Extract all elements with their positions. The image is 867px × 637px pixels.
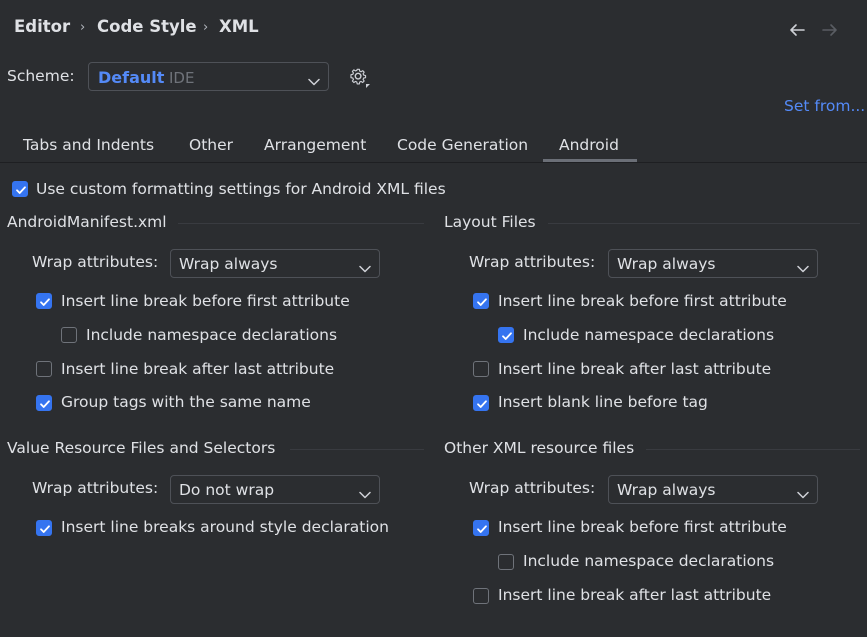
chevron-down-icon xyxy=(359,485,371,503)
section-divider xyxy=(646,449,860,450)
scheme-name: Default xyxy=(98,68,165,87)
set-from-link[interactable]: Set from... xyxy=(784,97,865,115)
tab-arrangement[interactable]: Arrangement xyxy=(264,136,366,154)
other-xml-include-namespace-label: Include namespace declarations xyxy=(523,552,775,570)
section-divider xyxy=(178,223,424,224)
combo-value: Wrap always xyxy=(617,255,716,273)
combo-value: Wrap always xyxy=(617,481,716,499)
tab-other[interactable]: Other xyxy=(189,136,233,154)
section-title-other-xml: Other XML resource files xyxy=(444,439,635,457)
breadcrumb-separator: › xyxy=(203,20,209,35)
chevron-down-icon xyxy=(797,259,809,277)
manifest-break-before-first-label: Insert line break before first attribute xyxy=(61,292,350,310)
use-custom-checkbox[interactable] xyxy=(12,181,28,197)
combo-value: Wrap always xyxy=(179,255,278,273)
section-title-manifest: AndroidManifest.xml xyxy=(7,213,167,231)
tabs-divider xyxy=(0,162,867,163)
scheme-label: Scheme: xyxy=(7,67,75,85)
layout-include-namespace-checkbox[interactable] xyxy=(498,327,514,343)
layout-break-before-first-label: Insert line break before first attribute xyxy=(498,292,787,310)
manifest-break-after-last-label: Insert line break after last attribute xyxy=(61,360,335,378)
values-wrap-label: Wrap attributes: xyxy=(32,479,159,497)
other-xml-break-before-first-checkbox[interactable] xyxy=(473,520,489,536)
values-wrap-combobox[interactable]: Do not wrap xyxy=(170,475,380,504)
arrow-right-icon[interactable] xyxy=(821,22,839,42)
manifest-include-namespace-label: Include namespace declarations xyxy=(86,326,338,344)
other-xml-include-namespace-checkbox[interactable] xyxy=(498,554,514,570)
manifest-include-namespace-checkbox[interactable] xyxy=(61,327,77,343)
breadcrumb-separator: › xyxy=(80,20,86,35)
manifest-group-tags-checkbox[interactable] xyxy=(36,395,52,411)
layout-blank-line-checkbox[interactable] xyxy=(473,395,489,411)
chevron-down-icon xyxy=(359,259,371,277)
breadcrumb-code-style[interactable]: Code Style xyxy=(97,17,197,36)
manifest-break-after-last-checkbox[interactable] xyxy=(36,361,52,377)
section-divider xyxy=(290,449,424,450)
arrow-left-icon[interactable] xyxy=(788,22,806,42)
chevron-down-icon xyxy=(308,72,320,90)
other-xml-wrap-combobox[interactable]: Wrap always xyxy=(608,475,818,504)
values-style-breaks-label: Insert line breaks around style declarat… xyxy=(61,518,389,536)
section-title-layout: Layout Files xyxy=(444,213,536,231)
layout-break-before-first-checkbox[interactable] xyxy=(473,293,489,309)
layout-blank-line-label: Insert blank line before tag xyxy=(498,393,708,411)
breadcrumb-editor[interactable]: Editor xyxy=(14,17,70,36)
other-xml-break-after-last-checkbox[interactable] xyxy=(473,588,489,604)
scheme-type: IDE xyxy=(169,69,195,87)
section-divider xyxy=(548,223,860,224)
manifest-group-tags-label: Group tags with the same name xyxy=(61,393,311,411)
layout-wrap-label: Wrap attributes: xyxy=(469,253,596,271)
chevron-down-icon xyxy=(797,485,809,503)
tab-android[interactable]: Android xyxy=(559,136,619,154)
combo-value: Do not wrap xyxy=(179,481,275,499)
values-style-breaks-checkbox[interactable] xyxy=(36,520,52,536)
breadcrumb-xml: XML xyxy=(219,17,259,36)
layout-wrap-combobox[interactable]: Wrap always xyxy=(608,249,818,278)
other-xml-break-after-last-label: Insert line break after last attribute xyxy=(498,586,772,604)
layout-include-namespace-label: Include namespace declarations xyxy=(523,326,775,344)
tab-tabs-and-indents[interactable]: Tabs and Indents xyxy=(23,136,154,154)
manifest-wrap-combobox[interactable]: Wrap always xyxy=(170,249,380,278)
manifest-break-before-first-checkbox[interactable] xyxy=(36,293,52,309)
gear-icon[interactable] xyxy=(349,67,371,93)
use-custom-label: Use custom formatting settings for Andro… xyxy=(36,180,446,198)
other-xml-break-before-first-label: Insert line break before first attribute xyxy=(498,518,787,536)
tab-code-generation[interactable]: Code Generation xyxy=(397,136,528,154)
other-xml-wrap-label: Wrap attributes: xyxy=(469,479,596,497)
section-title-values: Value Resource Files and Selectors xyxy=(7,439,276,457)
layout-break-after-last-label: Insert line break after last attribute xyxy=(498,360,772,378)
layout-break-after-last-checkbox[interactable] xyxy=(473,361,489,377)
manifest-wrap-label: Wrap attributes: xyxy=(32,253,159,271)
scheme-combobox[interactable]: Default IDE xyxy=(88,62,329,91)
